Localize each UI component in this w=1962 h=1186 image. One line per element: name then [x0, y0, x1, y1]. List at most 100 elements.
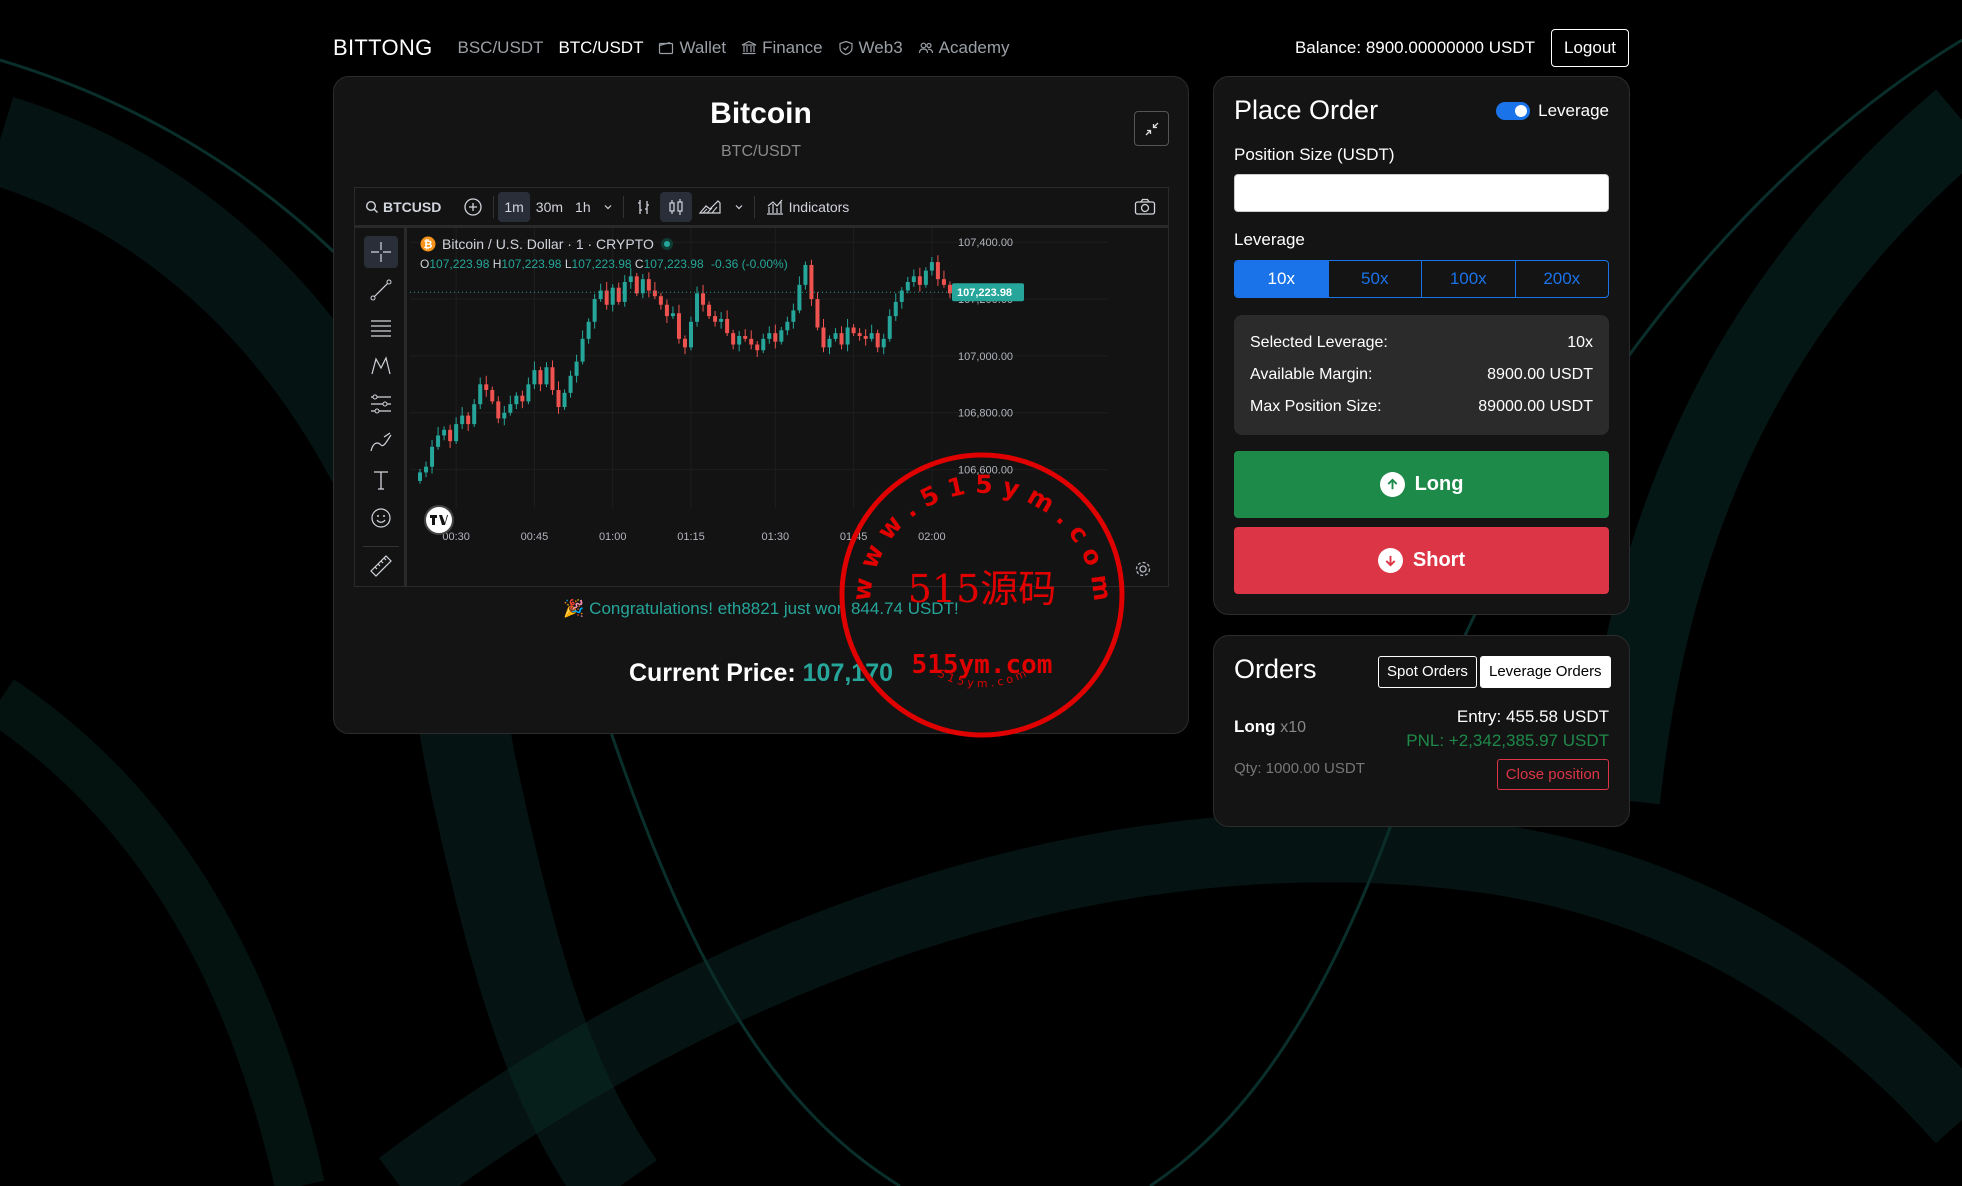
chart-type-dropdown[interactable]	[728, 192, 750, 222]
candle-body	[893, 301, 898, 317]
candle-body	[797, 284, 802, 311]
candle-body	[911, 276, 916, 282]
ruler-tool[interactable]	[364, 550, 398, 582]
candles-icon	[669, 198, 683, 215]
candle-body	[664, 304, 669, 317]
interval-1h[interactable]: 1h	[569, 192, 597, 222]
leverage-toggle-label: Leverage	[1538, 101, 1609, 120]
leverage-switch[interactable]	[1496, 102, 1531, 120]
fib-tool[interactable]	[364, 312, 398, 344]
candle-body	[466, 415, 471, 425]
x-tick-label: 00:45	[521, 531, 549, 543]
settings-button[interactable]	[1134, 560, 1152, 578]
text-icon	[374, 471, 388, 490]
trendline-tool[interactable]	[364, 274, 398, 306]
candle-body	[755, 344, 760, 351]
candle-body	[707, 304, 712, 317]
pattern-tool[interactable]	[364, 350, 398, 382]
nav-link-web3[interactable]: Web3	[838, 38, 903, 58]
logout-button[interactable]: Logout	[1551, 29, 1629, 67]
tradingview-widget[interactable]: BTCUSD 1m 30m 1h Indicators 107,400.00 1…	[354, 187, 1169, 587]
candle-body	[701, 293, 706, 305]
candle-body	[478, 384, 483, 405]
tv-toolbar: BTCUSD 1m 30m 1h Indicators	[355, 188, 1168, 228]
interval-30m[interactable]: 30m	[530, 192, 569, 222]
compare-button[interactable]	[457, 192, 489, 222]
emoji-tool[interactable]	[364, 502, 398, 534]
info-row: Selected Leverage: 10x	[1250, 327, 1593, 359]
nav-link-btc[interactable]: BTC/USDT	[558, 38, 643, 58]
leverage-option-100x[interactable]: 100x	[1422, 261, 1516, 297]
nav-link-bsc[interactable]: BSC/USDT	[457, 38, 543, 58]
candle-body	[556, 390, 561, 408]
interval-dropdown[interactable]	[597, 192, 619, 222]
ruler-icon	[370, 555, 392, 577]
nav-link-label: BSC/USDT	[457, 38, 544, 57]
nav-link-finance[interactable]: Finance	[741, 38, 823, 58]
candle-body	[785, 321, 790, 331]
position-size-input[interactable]	[1234, 174, 1609, 212]
leverage-selector: 10x 50x 100x 200x	[1234, 260, 1609, 298]
snapshot-button[interactable]	[1128, 192, 1162, 222]
candle-body	[725, 318, 730, 334]
candle-body	[869, 333, 874, 339]
x-tick-label: 01:45	[840, 531, 868, 543]
order-leverage: x10	[1280, 719, 1307, 736]
order-side-label: Long	[1234, 717, 1276, 736]
tab-spot-orders[interactable]: Spot Orders	[1378, 656, 1477, 688]
long-button[interactable]: Long	[1234, 451, 1609, 518]
indicators-button[interactable]: Indicators	[759, 192, 856, 222]
symbol-search[interactable]: BTCUSD	[355, 192, 447, 222]
close-position-button[interactable]: Close position	[1496, 759, 1609, 790]
info-key: Max Position Size:	[1250, 398, 1382, 415]
text-tool[interactable]	[364, 464, 398, 496]
fullscreen-button[interactable]	[1134, 111, 1169, 146]
tv-plot-area[interactable]: 107,400.00107,200.00107,000.00106,800.00…	[410, 228, 1168, 586]
leverage-option-200x[interactable]: 200x	[1516, 261, 1609, 297]
congrats-message: 🎉 Congratulations! eth8821 just won 844.…	[563, 599, 959, 618]
nav-link-academy[interactable]: Academy	[918, 38, 1010, 58]
leverage-toggle[interactable]: Leverage	[1496, 101, 1609, 121]
interval-1m[interactable]: 1m	[498, 191, 530, 222]
tv-logo[interactable]	[424, 505, 454, 535]
ohlc-change: -0.36 (-0.00%)	[711, 257, 788, 271]
brush-tool[interactable]	[364, 426, 398, 458]
candle-body	[544, 367, 549, 385]
candle-body	[905, 282, 910, 291]
candle-body	[761, 338, 766, 351]
crosshair-tool[interactable]	[364, 236, 398, 268]
collapse-icon	[1145, 122, 1158, 135]
arrow-down-icon	[1377, 548, 1403, 573]
short-button[interactable]: Short	[1234, 527, 1609, 594]
nav-link-label: BTC/USDT	[558, 38, 644, 57]
candle-body	[634, 276, 639, 294]
leverage-option-50x[interactable]: 50x	[1329, 261, 1422, 297]
candle-body	[923, 270, 928, 285]
candle-body	[592, 299, 597, 322]
y-tick-label: 106,800.00	[958, 408, 1013, 420]
brand-logo[interactable]: BITTONG	[333, 35, 432, 61]
area-style-button[interactable]	[692, 192, 728, 222]
tv-ohlc: O107,223.98 H107,223.98 L107,223.98 C107…	[420, 257, 788, 271]
candle-body	[719, 318, 724, 322]
candle-body	[496, 401, 501, 419]
svg-text:₿: ₿	[424, 238, 433, 251]
order-side: Long x10	[1234, 717, 1306, 737]
candlestick-chart: 107,400.00107,200.00107,000.00106,800.00…	[410, 228, 1108, 543]
candles-style-button[interactable]	[659, 191, 692, 222]
candle-body	[484, 384, 489, 390]
candle-body	[791, 310, 796, 322]
place-order-title: Place Order	[1234, 95, 1379, 125]
candle-body	[670, 313, 675, 317]
bitcoin-icon: ₿	[420, 236, 436, 252]
candle-body	[689, 321, 693, 348]
nav-link-wallet[interactable]: Wallet	[658, 38, 726, 58]
candle-body	[568, 375, 573, 393]
candle-body	[436, 435, 441, 447]
tab-leverage-orders[interactable]: Leverage Orders	[1480, 656, 1611, 688]
area-chart-icon	[698, 199, 721, 214]
legend-title-text: Bitcoin / U.S. Dollar · 1 · CRYPTO	[442, 236, 654, 252]
leverage-option-10x[interactable]: 10x	[1235, 261, 1329, 297]
bar-style-button[interactable]	[628, 192, 660, 222]
prediction-tool[interactable]	[364, 388, 398, 420]
